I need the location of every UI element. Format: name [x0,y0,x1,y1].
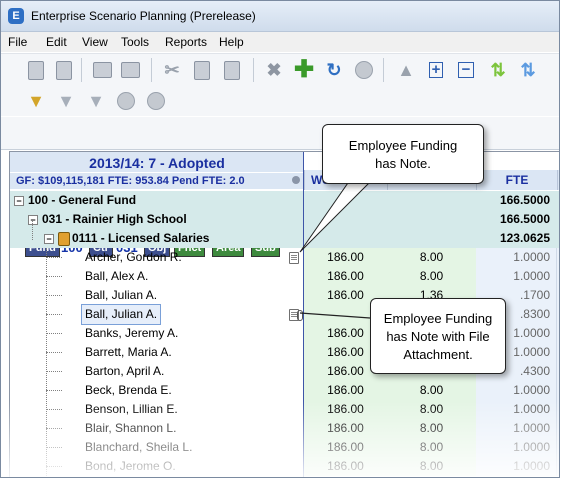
attachment-callout: Employee Funding has Note with File Atta… [370,298,506,374]
callout-pointers [299,179,374,319]
attachment-callout-text: Employee Funding has Note with File Atta… [383,311,493,362]
note-callout: Employee Funding has Note. [322,124,484,184]
note-callout-text: Employee Funding has Note. [348,138,458,171]
